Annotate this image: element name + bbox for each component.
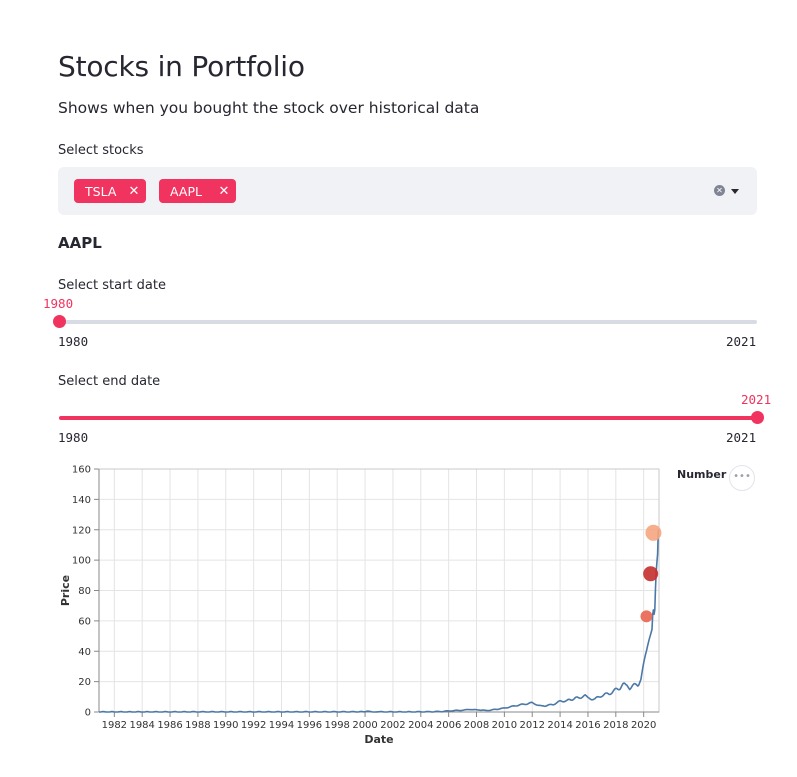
y-tick-label: 140: [72, 495, 91, 506]
price-chart: 0204060801001201401601982 1984 1986 1988 199…: [59, 465, 662, 746]
y-tick-label: 100: [72, 556, 91, 567]
x-axis-title: Date: [364, 733, 393, 746]
y-tick-label: 20: [78, 677, 91, 688]
purchase-point: [640, 610, 653, 623]
x-tick-label: 1988: [185, 720, 210, 731]
x-tick-label: 2020: [631, 720, 656, 731]
y-tick-label: 120: [72, 525, 91, 536]
x-tick-label: 1982: [102, 720, 127, 731]
y-tick-label: 0: [85, 708, 91, 719]
x-tick-label: 1998: [324, 720, 349, 731]
purchase-point: [645, 524, 662, 541]
y-tick-label: 60: [78, 616, 91, 627]
x-tick-label: 1996: [297, 720, 322, 731]
x-tick-label: 1986: [157, 720, 182, 731]
x-tick-label: 2018: [603, 720, 628, 731]
legend-title: Number: [677, 468, 727, 481]
y-tick-label: 40: [78, 647, 91, 658]
x-tick-label: 2014: [547, 720, 572, 731]
x-tick-label: 2008: [464, 720, 489, 731]
x-tick-label: 2002: [380, 720, 405, 731]
x-tick-label: 2016: [575, 720, 600, 731]
x-tick-label: 1990: [213, 720, 238, 731]
x-tick-label: 1992: [241, 720, 266, 731]
x-tick-label: 2012: [520, 720, 545, 731]
x-tick-label: 2004: [408, 720, 433, 731]
x-tick-label: 1994: [269, 720, 294, 731]
x-tick-label: 2000: [352, 720, 377, 731]
x-tick-label: 2006: [436, 720, 461, 731]
y-tick-label: 80: [78, 586, 91, 597]
purchase-point: [643, 566, 659, 582]
chart-menu-button[interactable]: •••: [729, 465, 755, 491]
x-tick-label: 1984: [129, 720, 154, 731]
x-tick-label: 2010: [492, 720, 517, 731]
y-tick-label: 160: [72, 465, 91, 476]
y-axis-title: Price: [59, 575, 72, 606]
